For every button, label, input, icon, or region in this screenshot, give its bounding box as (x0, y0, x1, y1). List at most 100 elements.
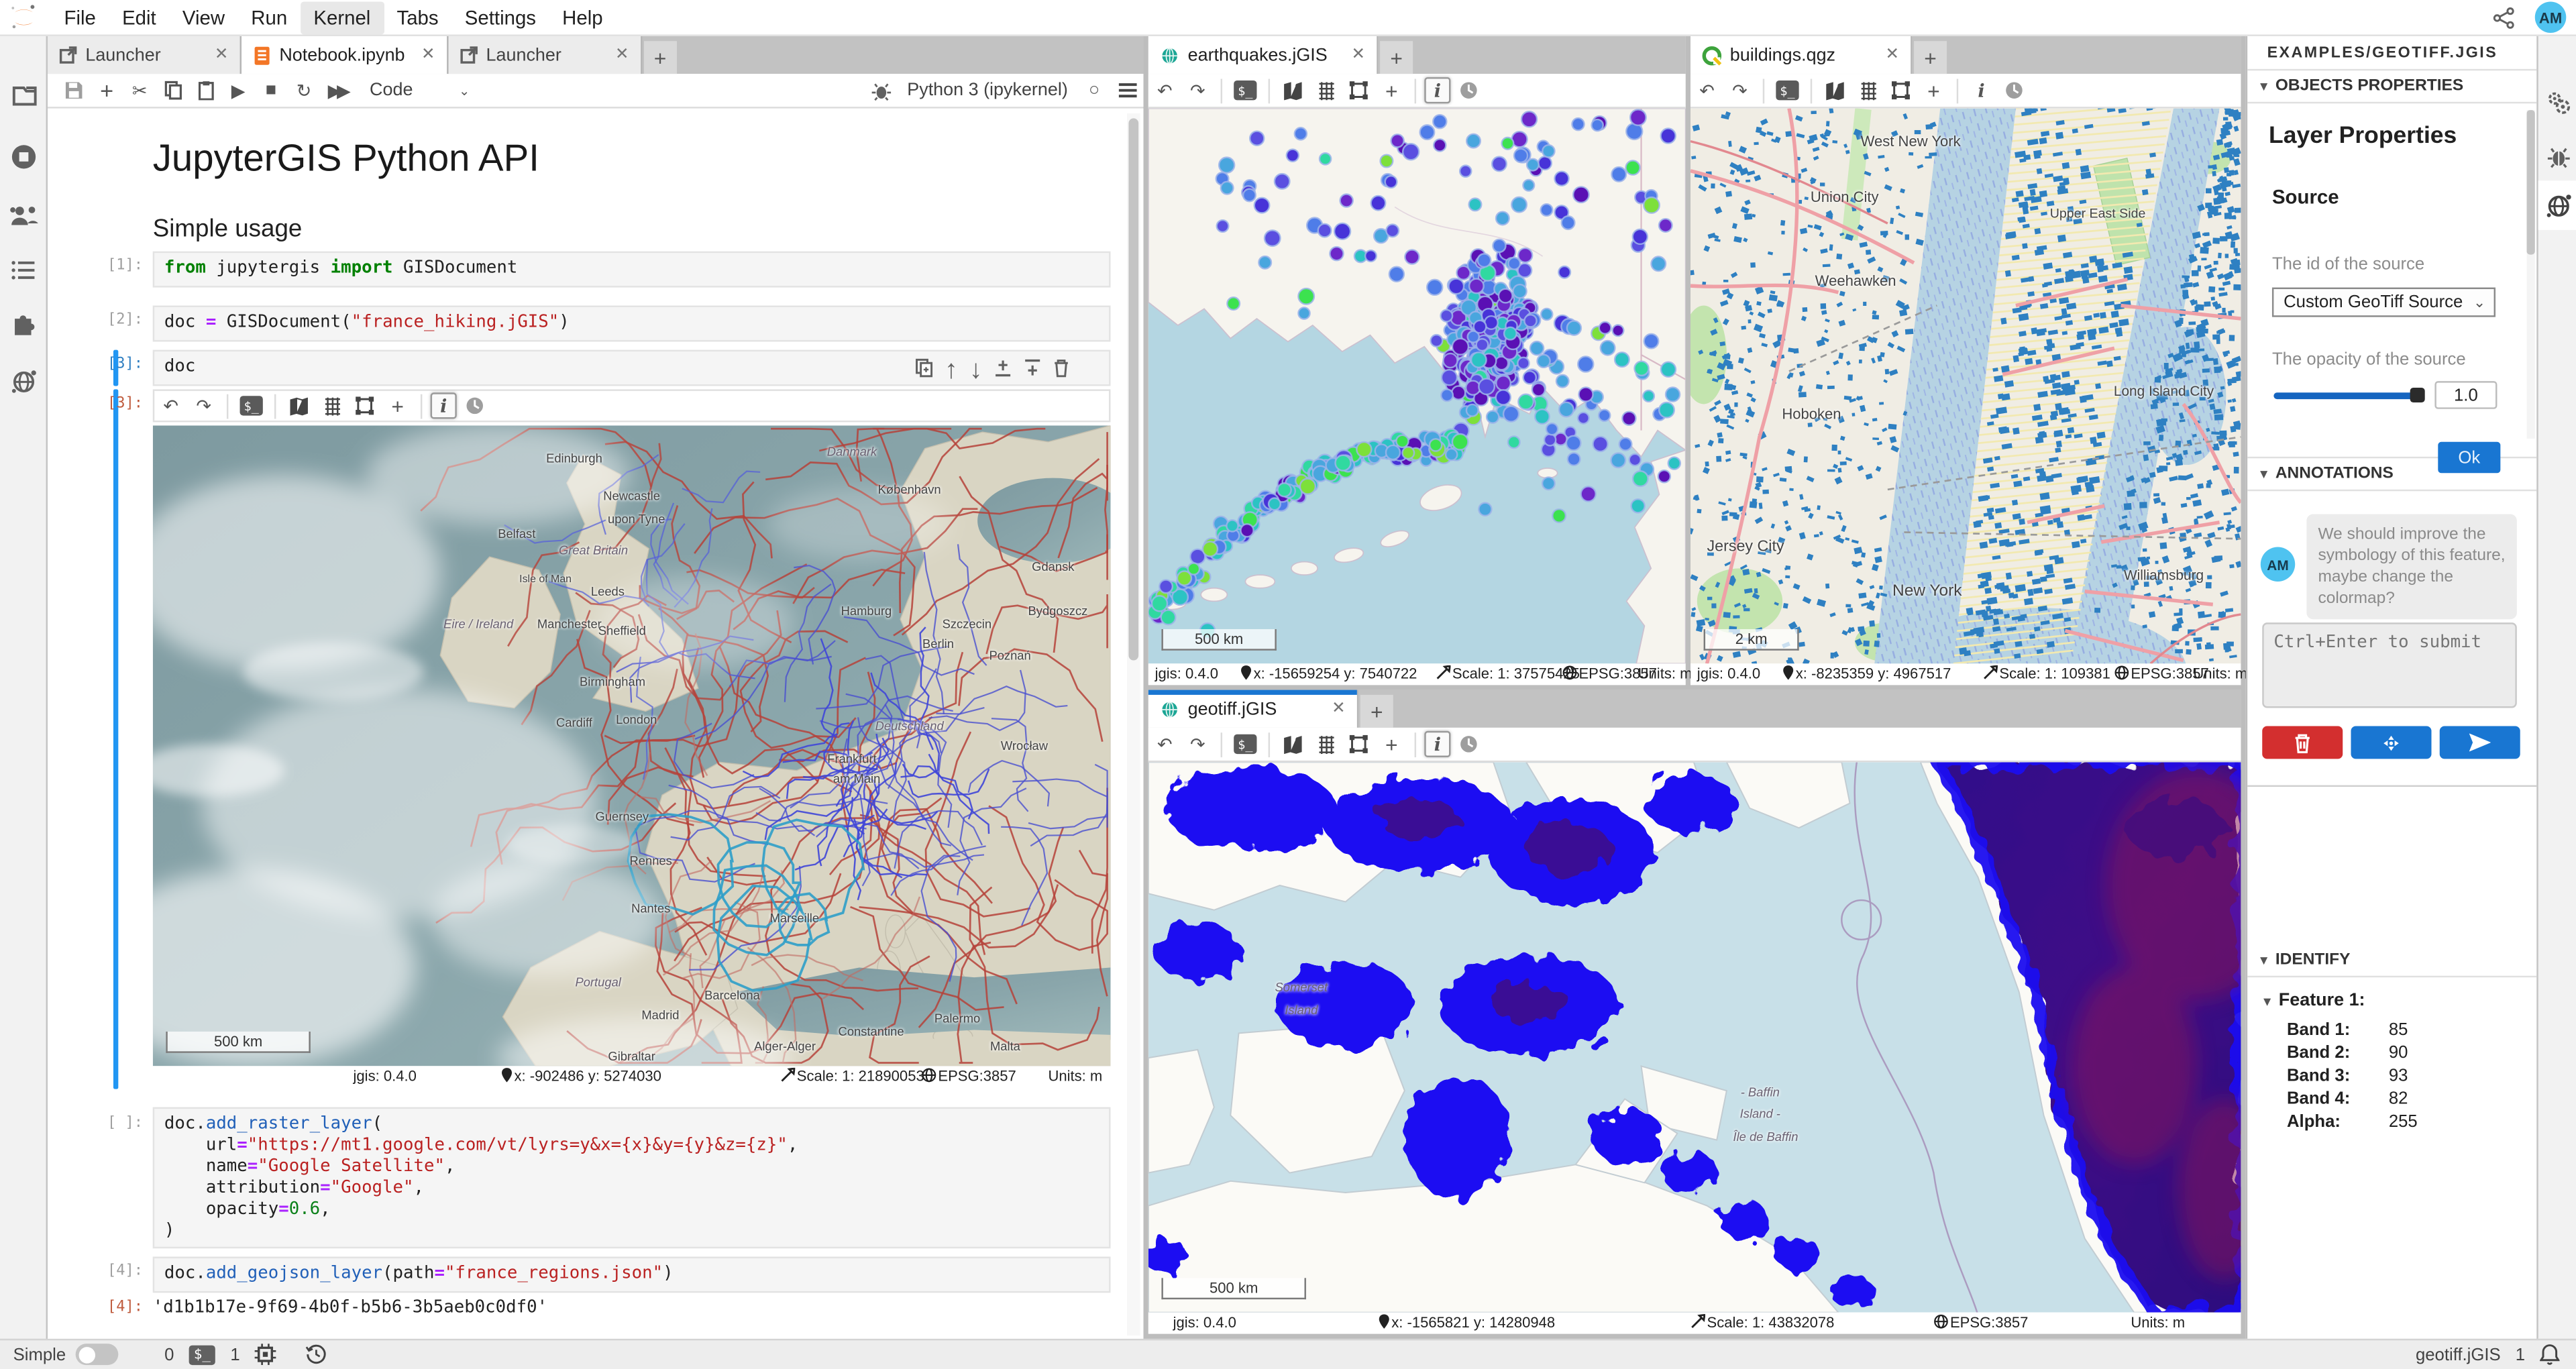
tab-launcher-2[interactable]: Launcher ✕ (448, 36, 642, 74)
share-icon[interactable] (2492, 6, 2515, 29)
menu-file[interactable]: File (51, 1, 109, 34)
menu-settings[interactable]: Settings (451, 1, 549, 34)
opacity-value[interactable]: 1.0 (2434, 381, 2497, 409)
basemap-icon[interactable] (1278, 76, 1307, 105)
bell-icon[interactable] (2540, 1344, 2559, 1366)
france-map-canvas[interactable]: EdinburghNewcastleupon TyneBelfastGreat … (153, 425, 1111, 1066)
menu-tabs[interactable]: Tabs (384, 1, 451, 34)
source-select[interactable]: Custom GeoTiff Source ⌄ (2272, 288, 2496, 317)
undo-icon[interactable]: ↶ (1150, 76, 1179, 105)
panel-menu-icon[interactable] (1112, 76, 1142, 105)
close-icon[interactable]: ✕ (1316, 700, 1346, 718)
current-file-status[interactable]: geotiff.jGIS (2416, 1345, 2501, 1364)
kernel-name[interactable]: Python 3 (ipykernel) (907, 80, 1068, 100)
menu-run[interactable]: Run (238, 1, 301, 34)
redo-icon[interactable]: ↷ (189, 392, 219, 420)
center-on-annotation-button[interactable] (2351, 726, 2431, 759)
identify-tool-icon[interactable]: i (431, 392, 457, 419)
feature-header[interactable]: ▾Feature 1: (2264, 991, 2365, 1010)
close-icon[interactable]: ✕ (198, 46, 228, 64)
vector-layer-icon[interactable] (1344, 730, 1373, 759)
notebook-scrollbar[interactable] (1127, 113, 1140, 1335)
undo-icon[interactable]: ↶ (156, 392, 186, 420)
tab-geotiff[interactable]: geotiff.jGIS ✕ (1148, 690, 1358, 728)
debugger-icon[interactable] (2538, 131, 2576, 180)
delete-cell-icon[interactable] (1053, 356, 1069, 386)
delete-annotation-button[interactable] (2262, 726, 2343, 759)
close-icon[interactable]: ✕ (599, 46, 629, 64)
redo-icon[interactable]: ↷ (1725, 76, 1754, 105)
ok-button[interactable]: Ok (2438, 442, 2500, 474)
add-layer-icon[interactable]: + (383, 392, 413, 420)
temporal-controller-icon[interactable] (1454, 76, 1483, 105)
tab-launcher-1[interactable]: Launcher ✕ (48, 36, 241, 74)
opacity-slider[interactable] (2273, 392, 2418, 398)
terminal-icon[interactable]: $_ (189, 1345, 216, 1364)
console-icon[interactable]: $_ (237, 392, 266, 420)
undo-icon[interactable]: ↶ (1150, 730, 1179, 759)
insert-cell-above-icon[interactable] (994, 356, 1012, 386)
identify-tool-icon[interactable]: i (1424, 731, 1450, 757)
tab-notebook[interactable]: Notebook.ipynb ✕ (241, 36, 448, 74)
geotiff-map-canvas[interactable]: SomersetIsland- BaffinIsland -Île de Baf… (1148, 762, 2241, 1312)
table-of-contents-icon[interactable] (8, 255, 40, 286)
jupytergis-sidebar-icon[interactable] (8, 366, 40, 398)
move-cell-down-icon[interactable]: ↓ (969, 356, 983, 386)
paste-icon[interactable] (191, 76, 220, 105)
identify-section-header[interactable]: ▾ IDENTIFY (2247, 944, 2536, 977)
duplicate-cell-icon[interactable] (915, 356, 933, 386)
menu-edit[interactable]: Edit (109, 1, 169, 34)
basemap-icon[interactable] (284, 392, 314, 420)
jupytergis-panel-icon[interactable] (2538, 180, 2576, 229)
debugger-toggle-icon[interactable] (866, 76, 896, 105)
close-icon[interactable]: ✕ (405, 46, 435, 64)
temporal-controller-icon[interactable] (460, 392, 490, 420)
objects-properties-section-header[interactable]: ▾ OBJECTS PROPERTIES (2247, 70, 2536, 103)
console-icon[interactable]: $_ (1230, 76, 1260, 105)
simple-mode-toggle[interactable] (76, 1344, 119, 1366)
kernel-chip-icon[interactable] (255, 1344, 276, 1366)
grid-layer-icon[interactable] (317, 392, 347, 420)
menu-kernel[interactable]: Kernel (301, 1, 384, 34)
stop-icon[interactable]: ■ (256, 76, 286, 105)
add-cell-icon[interactable]: + (92, 76, 121, 105)
grid-layer-icon[interactable] (1853, 76, 1882, 105)
raster-cell-input[interactable]: doc.add_raster_layer( url="https://mt1.g… (153, 1107, 1111, 1249)
annotation-input[interactable] (2262, 622, 2517, 708)
history-icon[interactable] (306, 1344, 327, 1366)
insert-cell-below-icon[interactable] (1024, 356, 1042, 386)
basemap-icon[interactable] (1278, 730, 1307, 759)
identify-tool-icon[interactable]: i (1966, 76, 1996, 105)
vector-layer-icon[interactable] (1344, 76, 1373, 105)
collaborators-icon[interactable] (8, 201, 40, 232)
grid-layer-icon[interactable] (1311, 730, 1340, 759)
kernels-count[interactable]: 1 (230, 1345, 239, 1364)
add-layer-icon[interactable]: + (1377, 730, 1406, 759)
console-icon[interactable]: $_ (1772, 76, 1802, 105)
temporal-controller-icon[interactable] (1999, 76, 2029, 105)
cell1-input[interactable]: from jupytergis import GISDocument (153, 252, 1111, 288)
menu-view[interactable]: View (169, 1, 237, 34)
add-layer-icon[interactable]: + (1919, 76, 1948, 105)
property-inspector-icon[interactable] (2538, 77, 2576, 126)
basemap-icon[interactable] (1820, 76, 1849, 105)
add-layer-icon[interactable]: + (1377, 76, 1406, 105)
close-icon[interactable]: ✕ (1335, 46, 1365, 64)
file-browser-icon[interactable] (8, 79, 40, 111)
user-avatar[interactable]: AM (2535, 1, 2567, 33)
panel-scrollbar[interactable] (2527, 110, 2535, 439)
running-kernels-icon[interactable] (8, 142, 40, 173)
grid-layer-icon[interactable] (1311, 76, 1340, 105)
earthquakes-map-canvas[interactable]: 500 km (1148, 109, 1686, 664)
tab-buildings[interactable]: buildings.qgz ✕ (1690, 36, 1913, 74)
close-icon[interactable]: ✕ (1869, 46, 1899, 64)
undo-icon[interactable]: ↶ (1692, 76, 1721, 105)
save-icon[interactable] (59, 76, 89, 105)
copy-icon[interactable] (158, 76, 187, 105)
restart-kernel-icon[interactable]: ↻ (289, 76, 319, 105)
new-tab-button[interactable]: + (644, 41, 677, 74)
cell2-input[interactable]: doc = GISDocument("france_hiking.jGIS") (153, 306, 1111, 342)
new-tab-button[interactable]: + (1380, 41, 1413, 74)
cut-icon[interactable]: ✂ (125, 76, 154, 105)
geojson-cell-input[interactable]: doc.add_geojson_layer(path="france_regio… (153, 1256, 1111, 1293)
